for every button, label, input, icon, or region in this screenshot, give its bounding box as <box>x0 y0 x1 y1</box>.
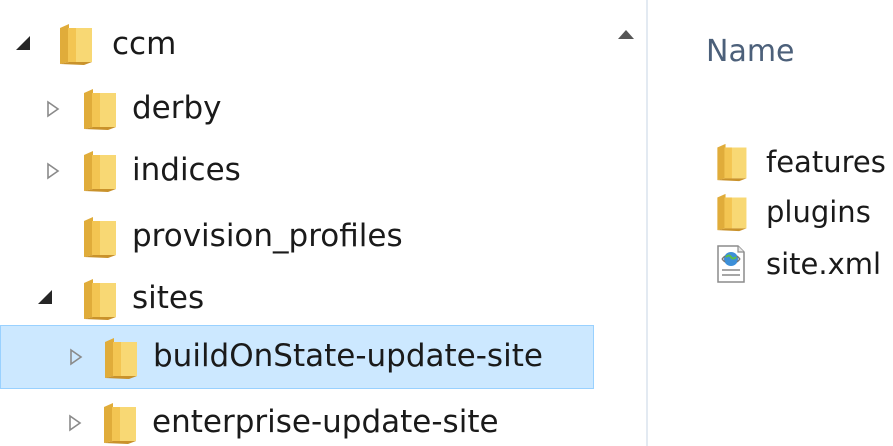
vertical-scrollbar[interactable] <box>606 0 646 446</box>
xml-document-icon <box>712 244 750 284</box>
folder-icon <box>56 22 94 66</box>
file-item-label: site.xml <box>766 247 882 281</box>
scroll-up-arrow-icon[interactable] <box>618 30 634 39</box>
tree-item-indices[interactable]: indices <box>0 140 594 202</box>
expand-arrow-icon[interactable] <box>16 36 30 50</box>
file-item-site-xml[interactable]: site.xml <box>710 242 893 286</box>
folder-icon <box>80 277 118 321</box>
collapse-arrow-icon[interactable] <box>46 162 60 180</box>
column-header-name[interactable]: Name <box>706 32 795 72</box>
tree-item-label: derby <box>132 90 222 126</box>
tree-item-enterprise-update-site[interactable]: enterprise-update-site <box>0 392 594 446</box>
tree-item-label: sites <box>132 280 205 316</box>
tree-item-label: provision_profiles <box>132 218 403 254</box>
folder-icon <box>80 87 118 131</box>
file-list-pane: Name features plugins site.xml <box>648 0 893 446</box>
tree-item-label: indices <box>132 152 241 188</box>
tree-item-label: ccm <box>112 26 177 62</box>
folder-icon <box>80 215 118 259</box>
folder-icon <box>101 336 139 380</box>
file-item-features[interactable]: features <box>710 140 893 184</box>
tree-item-provision-profiles[interactable]: provision_profiles <box>0 206 594 268</box>
folder-icon <box>100 401 138 445</box>
file-item-label: features <box>766 145 886 179</box>
expand-arrow-icon[interactable] <box>38 290 52 304</box>
folder-icon <box>712 142 750 182</box>
tree-item-label: buildOnState-update-site <box>153 338 543 374</box>
navigation-pane: ccm derby indices provision_profiles sit… <box>0 0 606 446</box>
file-item-label: plugins <box>766 195 871 229</box>
collapse-arrow-icon[interactable] <box>68 414 82 432</box>
tree-item-derby[interactable]: derby <box>0 78 594 140</box>
collapse-arrow-icon[interactable] <box>46 100 60 118</box>
folder-icon <box>712 192 750 232</box>
tree-item-label: enterprise-update-site <box>152 404 499 440</box>
tree-item-buildonstate-update-site[interactable]: buildOnState-update-site <box>0 325 594 389</box>
tree-item-ccm[interactable]: ccm <box>0 14 594 76</box>
tree-item-sites[interactable]: sites <box>0 268 594 330</box>
folder-icon <box>80 149 118 193</box>
collapse-arrow-icon[interactable] <box>69 348 83 366</box>
file-item-plugins[interactable]: plugins <box>710 190 893 234</box>
